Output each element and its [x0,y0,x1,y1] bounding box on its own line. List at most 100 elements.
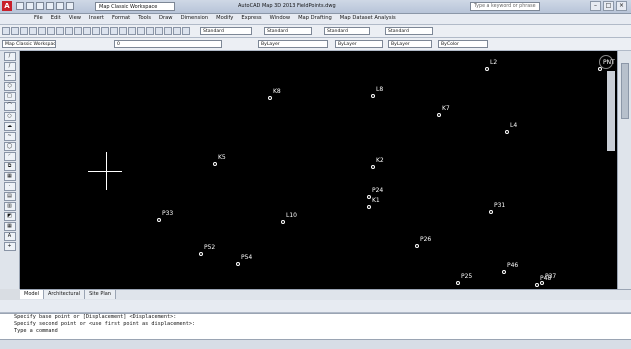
insert-block-icon[interactable]: ⧉ [3,162,16,171]
tab-architectural[interactable]: Architectural [44,290,86,299]
survey-point-marker[interactable] [157,218,161,222]
calculator-icon[interactable] [173,27,181,35]
polyline-icon[interactable]: ⌐ [3,72,16,81]
table-style-select[interactable]: Standard [324,27,370,35]
line-icon[interactable]: / [3,52,16,61]
menu-item-tools[interactable]: Tools [138,15,151,21]
survey-point-marker[interactable] [367,195,371,199]
menu-item-format[interactable]: Format [112,15,130,21]
app-logo[interactable]: A [2,1,12,11]
ellipse-icon[interactable]: ◯ [3,142,16,151]
open-icon[interactable] [11,27,19,35]
circle-icon[interactable]: ○ [3,112,16,121]
help-icon[interactable] [182,27,190,35]
revcloud-icon[interactable]: ☁ [3,122,16,131]
sheet-set-icon[interactable] [155,27,163,35]
rectangle-icon[interactable]: □ [3,92,16,101]
undo-icon[interactable] [83,27,91,35]
zoom-icon[interactable] [110,27,118,35]
point-icon[interactable]: · [3,182,16,191]
tool-palette-icon[interactable] [146,27,154,35]
make-block-icon[interactable]: ▦ [3,172,16,181]
menu-item-modify[interactable]: Modify [216,15,233,21]
workspace-switcher[interactable]: Map Classic Workspace [95,2,175,11]
menu-item-window[interactable]: Window [270,15,290,21]
copy-icon[interactable] [56,27,64,35]
survey-point-marker[interactable] [437,113,441,117]
command-input[interactable]: Type a command [0,328,631,335]
polygon-icon[interactable]: ⬡ [3,82,16,91]
survey-point-marker[interactable] [502,270,506,274]
new-icon[interactable] [16,2,24,10]
table-icon[interactable]: ▦ [3,222,16,231]
tab-site-plan[interactable]: Site Plan [85,290,116,299]
menu-item-dimension[interactable]: Dimension [181,15,209,21]
minimize-icon[interactable]: – [590,1,601,11]
navigation-bar[interactable] [607,71,615,151]
survey-point-marker[interactable] [505,130,509,134]
zoom-window-icon[interactable] [119,27,127,35]
survey-point-marker[interactable] [371,165,375,169]
survey-point-marker[interactable] [281,220,285,224]
vertical-scroll-thumb[interactable] [621,63,629,119]
construction-line-icon[interactable]: / [3,62,16,71]
multileader-style-select[interactable]: Standard [385,27,433,35]
survey-point-marker[interactable] [540,281,544,285]
pan-icon[interactable] [101,27,109,35]
mtext-icon[interactable]: A [3,232,16,241]
cut-icon[interactable] [47,27,55,35]
menu-item-edit[interactable]: Edit [51,15,61,21]
survey-point-marker[interactable] [236,262,240,266]
tab-model[interactable]: Model [20,290,45,299]
hatch-icon[interactable]: ▤ [3,192,16,201]
menu-item-map-drafting[interactable]: Map Drafting [298,15,332,21]
workspace-select[interactable]: Map Classic Workspace [2,40,56,48]
region-icon[interactable]: ◩ [3,212,16,221]
menu-item-draw[interactable]: Draw [159,15,173,21]
redo-icon[interactable] [56,2,64,10]
menu-item-file[interactable]: File [34,15,43,21]
text-style-select[interactable]: Standard [200,27,252,35]
layer-select[interactable]: 0 [114,40,222,48]
spline-icon[interactable]: ~ [3,132,16,141]
arc-icon[interactable]: ⌒ [3,102,16,111]
color-select[interactable]: ByLayer [258,40,328,48]
paste-icon[interactable] [65,27,73,35]
drawing-canvas[interactable]: X Y L2PNTK8L8K7L4K5K2P24K1P31L10P33P26P5… [20,51,617,289]
survey-point-marker[interactable] [535,283,539,287]
add-selected-icon[interactable]: + [3,242,16,251]
match-icon[interactable] [74,27,82,35]
markup-icon[interactable] [164,27,172,35]
command-line[interactable]: Specify base point or [Displacement] <Di… [0,313,631,340]
preview-icon[interactable] [38,27,46,35]
maximize-icon[interactable]: □ [603,1,614,11]
vertical-scrollbar[interactable] [617,51,631,289]
design-center-icon[interactable] [137,27,145,35]
survey-point-marker[interactable] [489,210,493,214]
menu-item-view[interactable]: View [69,15,81,21]
gradient-icon[interactable]: ▥ [3,202,16,211]
search-input[interactable]: Type a keyword or phrase [470,2,540,11]
survey-point-marker[interactable] [199,252,203,256]
menu-item-express[interactable]: Express [241,15,261,21]
plot-style-select[interactable]: ByColor [438,40,488,48]
close-icon[interactable]: × [616,1,627,11]
survey-point-marker[interactable] [371,94,375,98]
survey-point-marker[interactable] [367,205,371,209]
survey-point-marker[interactable] [415,244,419,248]
save-icon[interactable] [36,2,44,10]
undo-icon[interactable] [46,2,54,10]
open-icon[interactable] [26,2,34,10]
properties-icon[interactable] [128,27,136,35]
redo-icon[interactable] [92,27,100,35]
ellipse-arc-icon[interactable]: ◜ [3,152,16,161]
new-icon[interactable] [2,27,10,35]
lineweight-select[interactable]: ByLayer [388,40,432,48]
plot-icon[interactable] [29,27,37,35]
survey-point-marker[interactable] [598,67,602,71]
survey-point-marker[interactable] [213,162,217,166]
menu-item-insert[interactable]: Insert [89,15,104,21]
print-icon[interactable] [66,2,74,10]
survey-point-marker[interactable] [485,67,489,71]
linetype-select[interactable]: ByLayer [335,40,383,48]
